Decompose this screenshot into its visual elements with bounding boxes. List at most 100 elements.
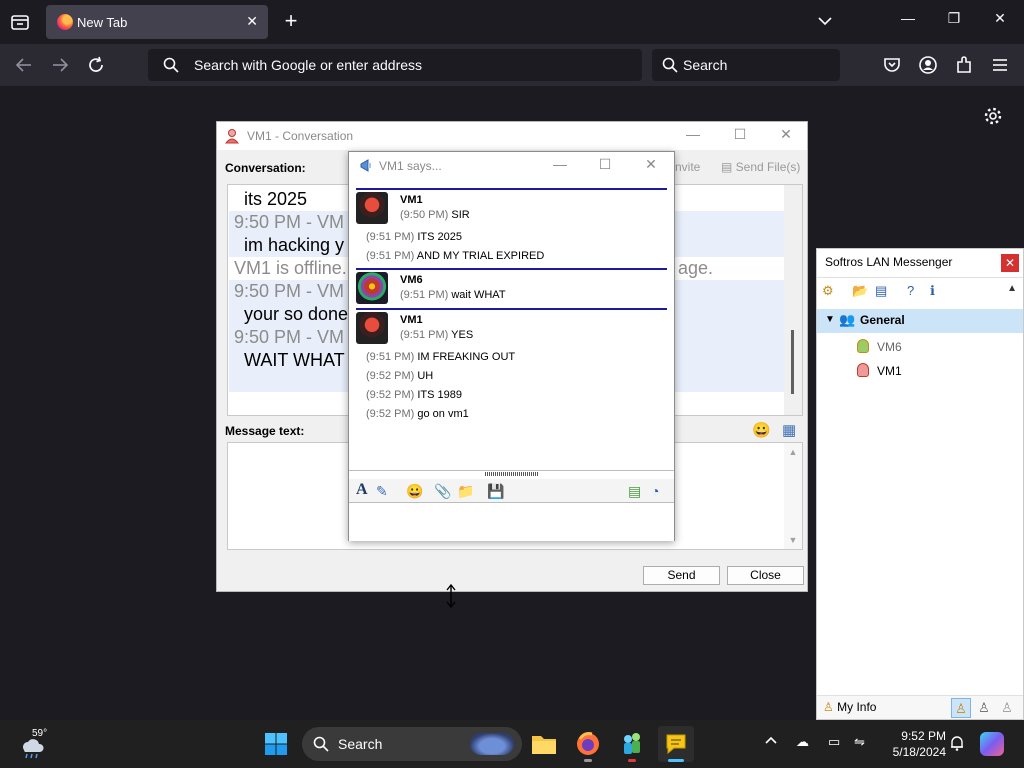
gear-icon[interactable] bbox=[982, 105, 1004, 127]
status-busy-icon[interactable]: ♙ bbox=[997, 698, 1017, 718]
tab-list-icon[interactable] bbox=[8, 10, 32, 34]
group-general[interactable]: ▼ 👥 General bbox=[817, 309, 1023, 333]
save-icon[interactable]: 💾 bbox=[487, 483, 504, 500]
message-scrollbar[interactable]: ▲ ▼ bbox=[784, 443, 802, 549]
scroll-up-icon[interactable]: ▲ bbox=[784, 447, 802, 457]
message-text: IM FREAKING OUT bbox=[417, 351, 516, 363]
send-button[interactable]: Send bbox=[643, 566, 720, 585]
user-label: VM6 bbox=[877, 340, 902, 354]
invite-link[interactable]: nvite bbox=[675, 160, 700, 174]
history-icon[interactable]: ◔ bbox=[651, 483, 659, 499]
message-row: (9:51 PM) wait WHAT bbox=[400, 289, 506, 301]
close-tab-icon[interactable]: ✕ bbox=[246, 13, 258, 30]
message-row: (9:52 PM) UH bbox=[366, 370, 433, 382]
browser-tab-bar: New Tab ✕ + — ❐ ✕ bbox=[0, 0, 1024, 44]
chevron-up-icon[interactable] bbox=[764, 734, 778, 748]
reload-icon[interactable] bbox=[86, 55, 106, 75]
conversation-titlebar[interactable]: VM1 - Conversation — ☐ ✕ bbox=[217, 122, 807, 150]
running-indicator bbox=[628, 759, 636, 762]
message-row: (9:51 PM) IM FREAKING OUT bbox=[366, 351, 515, 363]
message-text: ITS 1989 bbox=[417, 389, 462, 401]
pocket-icon[interactable] bbox=[882, 55, 902, 75]
user-icon: ♙ bbox=[823, 700, 834, 714]
firefox-icon bbox=[57, 14, 73, 30]
attach-icon[interactable]: 📎 bbox=[434, 483, 451, 500]
history-icon[interactable]: ▤ bbox=[875, 283, 887, 299]
search-icon bbox=[163, 57, 179, 73]
onedrive-icon[interactable]: ☁ bbox=[796, 734, 814, 752]
folder-icon[interactable]: 📁 bbox=[457, 483, 474, 500]
open-folder-icon[interactable]: 📂 bbox=[852, 283, 868, 299]
close-window-icon[interactable]: ✕ bbox=[776, 126, 796, 143]
popup-message-list[interactable]: VM1 (9:50 PM) SIR (9:51 PM) ITS 2025 (9:… bbox=[349, 182, 674, 470]
chevron-down-icon[interactable]: ▼ bbox=[825, 314, 835, 325]
send-files-link[interactable]: ▤ Send File(s) bbox=[721, 160, 800, 174]
user-item-vm6[interactable]: VM6 bbox=[857, 339, 902, 354]
sender-separator bbox=[356, 268, 667, 270]
weather-widget[interactable]: 59° bbox=[18, 728, 52, 760]
popup-reply-input[interactable] bbox=[349, 504, 674, 541]
splitter-grip[interactable] bbox=[485, 472, 539, 476]
smiley-icon[interactable]: 😀 bbox=[406, 483, 423, 500]
file-explorer-icon[interactable] bbox=[526, 726, 562, 762]
export-icon[interactable]: ▤ bbox=[628, 483, 641, 500]
info-icon[interactable]: ℹ bbox=[930, 283, 935, 299]
popup-titlebar[interactable]: VM1 says... — ☐ ✕ bbox=[349, 152, 674, 180]
maximize-icon[interactable]: ☐ bbox=[595, 156, 615, 173]
status-away-icon[interactable]: ♙ bbox=[974, 698, 994, 718]
help-icon[interactable]: ? bbox=[907, 283, 914, 298]
format-icon[interactable]: ▦ bbox=[782, 421, 796, 439]
search-bar[interactable]: Search bbox=[652, 49, 840, 81]
account-icon[interactable] bbox=[918, 55, 938, 75]
smiley-icon[interactable]: 😀 bbox=[752, 421, 771, 439]
copilot-icon[interactable] bbox=[980, 732, 1004, 756]
display-icon[interactable]: ▭ bbox=[828, 734, 846, 752]
status-available-icon[interactable]: ♙ bbox=[951, 698, 971, 718]
softros-taskbar-icon[interactable] bbox=[614, 726, 650, 762]
close-button[interactable]: Close bbox=[727, 566, 804, 585]
font-color-icon[interactable]: ✎ bbox=[376, 483, 388, 500]
log-line: 9:50 PM - VM bbox=[234, 281, 345, 301]
user-offline-icon bbox=[857, 363, 869, 377]
menu-icon[interactable] bbox=[990, 55, 1010, 75]
close-window-icon[interactable]: ✕ bbox=[988, 10, 1012, 27]
log-line: its 2025 bbox=[244, 189, 308, 209]
active-indicator bbox=[668, 759, 684, 762]
message-text: ITS 2025 bbox=[417, 231, 462, 243]
user-item-vm1[interactable]: VM1 bbox=[857, 363, 902, 378]
address-bar[interactable]: Search with Google or enter address bbox=[148, 49, 642, 81]
browser-nav-bar: Search with Google or enter address Sear… bbox=[0, 44, 1024, 86]
chevron-up-icon[interactable]: ▲ bbox=[1007, 283, 1017, 294]
network-volume-icon[interactable]: ⇋ bbox=[854, 734, 872, 752]
sender-name: VM1 bbox=[400, 314, 423, 326]
close-window-icon[interactable]: ✕ bbox=[1001, 254, 1019, 272]
new-tab-button[interactable]: + bbox=[280, 10, 302, 32]
firefox-taskbar-icon[interactable] bbox=[570, 726, 606, 762]
font-icon[interactable]: A bbox=[356, 481, 368, 499]
forward-arrow-icon[interactable] bbox=[50, 55, 70, 75]
restore-icon[interactable]: ❐ bbox=[942, 10, 966, 27]
back-arrow-icon[interactable] bbox=[14, 55, 34, 75]
minimize-icon[interactable]: — bbox=[896, 10, 920, 26]
message-text: SIR bbox=[451, 209, 470, 221]
taskbar-search[interactable]: Search bbox=[302, 727, 522, 761]
scroll-thumb[interactable] bbox=[791, 330, 794, 394]
chevron-down-icon[interactable] bbox=[816, 12, 834, 30]
pane-splitter[interactable] bbox=[349, 470, 674, 478]
messenger-taskbar-icon[interactable] bbox=[658, 726, 694, 762]
minimize-icon[interactable]: — bbox=[683, 126, 703, 142]
extensions-icon[interactable] bbox=[954, 55, 974, 75]
clock[interactable]: 9:52 PM 5/18/2024 bbox=[880, 728, 946, 760]
maximize-icon[interactable]: ☐ bbox=[730, 126, 750, 143]
settings-icon[interactable]: ⚙ bbox=[822, 283, 834, 299]
conversation-scrollbar[interactable] bbox=[784, 185, 802, 415]
close-window-icon[interactable]: ✕ bbox=[641, 156, 661, 173]
search-icon bbox=[662, 57, 678, 73]
minimize-icon[interactable]: — bbox=[550, 156, 570, 172]
bell-icon[interactable] bbox=[948, 734, 966, 752]
tab-new-tab[interactable]: New Tab ✕ bbox=[46, 5, 268, 39]
resize-cursor-icon bbox=[446, 584, 456, 608]
windows-start-icon[interactable] bbox=[264, 732, 288, 756]
my-info-button[interactable]: ♙ My Info bbox=[823, 700, 876, 714]
scroll-down-icon[interactable]: ▼ bbox=[784, 535, 802, 545]
